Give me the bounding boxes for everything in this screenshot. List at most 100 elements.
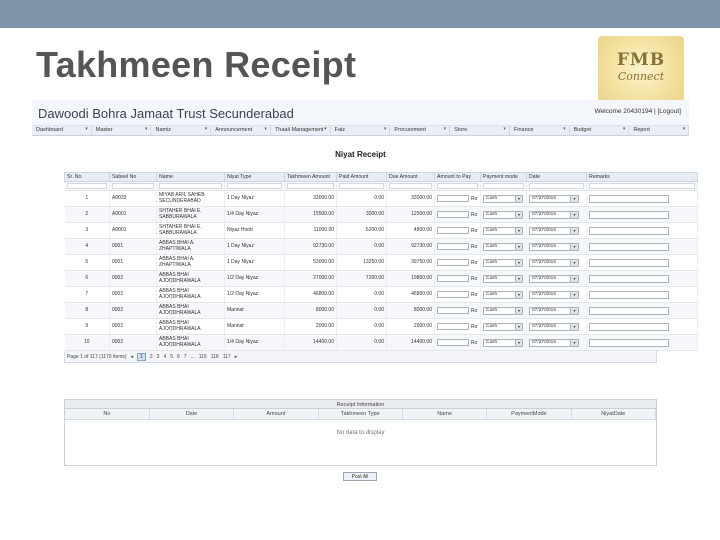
pager-page[interactable]: 5 — [170, 354, 173, 360]
amount-to-pay-input[interactable] — [437, 338, 469, 346]
receipt-column-header[interactable]: NiyatDate — [571, 409, 657, 420]
post-all-button[interactable]: Post All — [343, 472, 377, 481]
pager-prev-icon[interactable]: ◂ — [131, 354, 134, 360]
filter-input[interactable] — [112, 183, 154, 189]
calendar-dropdown-icon[interactable]: ▾ — [570, 227, 578, 234]
column-header[interactable]: Sr. No. — [64, 172, 110, 182]
calendar-dropdown-icon[interactable]: ▾ — [570, 291, 578, 298]
remarks-input[interactable] — [589, 258, 669, 267]
date-input[interactable]: 07/27/2015 ▾ — [529, 274, 579, 283]
remarks-input[interactable] — [589, 274, 669, 283]
menu-item-dashboard[interactable]: Dashboard — [32, 126, 92, 135]
payment-mode-select[interactable]: Cash ▾ — [483, 290, 523, 299]
amount-to-pay-input[interactable] — [437, 258, 469, 266]
pager-page[interactable]: 115 — [199, 354, 207, 360]
pager-page[interactable]: 4 — [163, 354, 166, 360]
menu-item-thaali-management[interactable]: Thaali Management — [271, 126, 331, 135]
menu-item-faiz[interactable]: Faiz — [331, 126, 391, 135]
amount-to-pay-input[interactable] — [437, 322, 469, 330]
calendar-dropdown-icon[interactable]: ▾ — [570, 259, 578, 266]
payment-mode-select[interactable]: Cash ▾ — [483, 242, 523, 251]
receipt-column-header[interactable]: PaymentMode — [486, 409, 572, 420]
pager-page[interactable]: 117 — [223, 354, 231, 360]
pager-page[interactable]: 6 — [177, 354, 180, 360]
column-header[interactable]: Payment mode — [480, 172, 527, 182]
remarks-input[interactable] — [589, 242, 669, 251]
amount-to-pay-input[interactable] — [437, 226, 469, 234]
date-input[interactable]: 07/27/2015 ▾ — [529, 322, 579, 331]
remarks-input[interactable] — [589, 306, 669, 315]
menu-item-store[interactable]: Store — [450, 126, 510, 135]
filter-input[interactable] — [227, 183, 282, 189]
amount-to-pay-input[interactable] — [437, 242, 469, 250]
date-input[interactable]: 07/27/2015 ▾ — [529, 194, 579, 203]
remarks-input[interactable] — [589, 338, 669, 347]
amount-to-pay-input[interactable] — [437, 194, 469, 202]
menu-item-master[interactable]: Master — [92, 126, 152, 135]
filter-input[interactable] — [66, 183, 107, 189]
menu-item-budget[interactable]: Budget — [570, 126, 630, 135]
calendar-dropdown-icon[interactable]: ▾ — [570, 307, 578, 314]
calendar-dropdown-icon[interactable]: ▾ — [570, 339, 578, 346]
filter-input[interactable] — [437, 183, 478, 189]
menu-item-namiz[interactable]: Namiz — [151, 126, 212, 135]
payment-mode-select[interactable]: Cash ▾ — [483, 322, 523, 331]
calendar-dropdown-icon[interactable]: ▾ — [570, 211, 578, 218]
menu-item-procurement[interactable]: Procurement — [390, 126, 451, 135]
receipt-column-header[interactable]: Amount — [233, 409, 319, 420]
payment-mode-select[interactable]: Cash ▾ — [483, 226, 523, 235]
date-input[interactable]: 07/27/2015 ▾ — [529, 290, 579, 299]
calendar-dropdown-icon[interactable]: ▾ — [570, 275, 578, 282]
filter-input[interactable] — [159, 183, 222, 189]
menu-item-report[interactable]: Report — [629, 126, 690, 135]
remarks-input[interactable] — [589, 226, 669, 235]
pager-page[interactable]: 2 — [150, 354, 153, 360]
amount-to-pay-input[interactable] — [437, 274, 469, 282]
filter-input[interactable] — [589, 183, 695, 189]
receipt-column-header[interactable]: No — [65, 409, 150, 420]
filter-input[interactable] — [483, 183, 524, 189]
date-input[interactable]: 07/27/2015 ▾ — [529, 258, 579, 267]
filter-input[interactable] — [339, 183, 384, 189]
payment-mode-select[interactable]: Cash ▾ — [483, 274, 523, 283]
amount-to-pay-input[interactable] — [437, 306, 469, 314]
calendar-dropdown-icon[interactable]: ▾ — [570, 195, 578, 202]
date-input[interactable]: 07/27/2015 ▾ — [529, 338, 579, 347]
column-header[interactable]: Takhmeen Amount — [284, 172, 337, 182]
payment-mode-select[interactable]: Cash ▾ — [483, 210, 523, 219]
filter-input[interactable] — [529, 183, 584, 189]
pager-page[interactable]: 1 — [137, 353, 146, 361]
column-header[interactable]: Paid Amount — [336, 172, 387, 182]
date-input[interactable]: 07/27/2015 ▾ — [529, 210, 579, 219]
menu-item-announcement[interactable]: Announcement — [211, 126, 271, 135]
receipt-column-header[interactable]: Name — [402, 409, 488, 420]
column-header[interactable]: Remarks — [586, 172, 698, 182]
remarks-input[interactable] — [589, 290, 669, 299]
date-input[interactable]: 07/27/2015 ▾ — [529, 226, 579, 235]
payment-mode-select[interactable]: Cash ▾ — [483, 258, 523, 267]
pager-page[interactable]: 116 — [211, 354, 219, 360]
column-header[interactable]: Name — [156, 172, 225, 182]
payment-mode-select[interactable]: Cash ▾ — [483, 338, 523, 347]
calendar-dropdown-icon[interactable]: ▾ — [570, 323, 578, 330]
column-header[interactable]: Amount to Pay — [434, 172, 481, 182]
column-header[interactable]: Date — [526, 172, 587, 182]
welcome-logout-link[interactable]: Welcome 20430194 | [Logout] — [595, 108, 682, 115]
date-input[interactable]: 07/27/2015 ▾ — [529, 306, 579, 315]
payment-mode-select[interactable]: Cash ▾ — [483, 194, 523, 203]
pager-next-icon[interactable]: ▸ — [235, 354, 238, 360]
column-header[interactable]: Due Amount — [386, 172, 435, 182]
receipt-column-header[interactable]: Takhmeen Type — [318, 409, 403, 420]
column-header[interactable]: Niyat Type — [224, 172, 285, 182]
filter-input[interactable] — [287, 183, 334, 189]
remarks-input[interactable] — [589, 210, 669, 219]
calendar-dropdown-icon[interactable]: ▾ — [570, 243, 578, 250]
pager-page[interactable]: 3 — [157, 354, 160, 360]
remarks-input[interactable] — [589, 194, 669, 203]
filter-input[interactable] — [389, 183, 432, 189]
menu-item-finance[interactable]: Finance — [510, 126, 570, 135]
date-input[interactable]: 07/27/2015 ▾ — [529, 242, 579, 251]
payment-mode-select[interactable]: Cash ▾ — [483, 306, 523, 315]
pager-page[interactable]: 7 — [184, 354, 187, 360]
column-header[interactable]: Sabeel No — [109, 172, 157, 182]
